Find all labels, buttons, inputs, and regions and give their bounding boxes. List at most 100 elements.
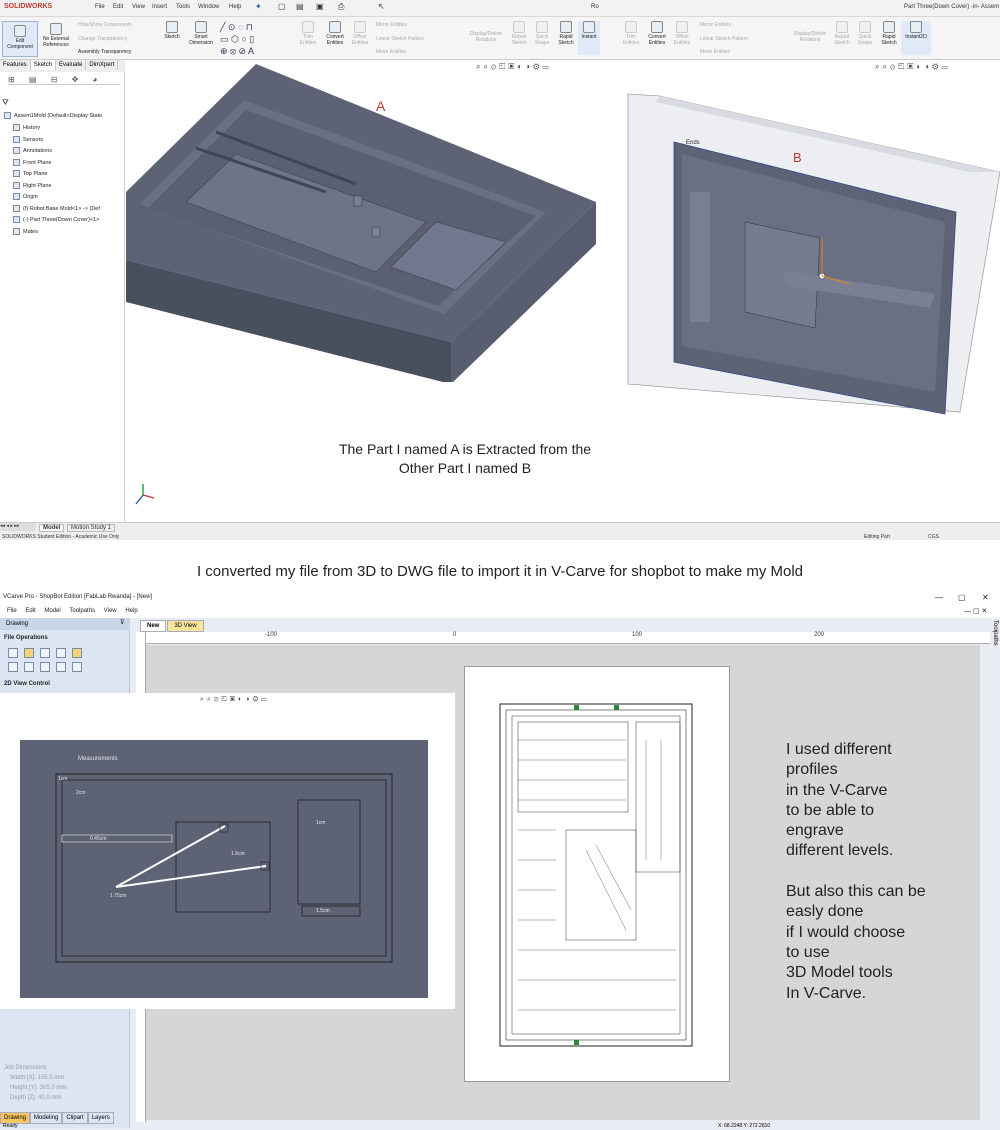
cut-icon[interactable] xyxy=(8,662,18,672)
viewport-part-a[interactable]: A ⌕⌕⊘◰▣◐◑⚙▭ The Part I named A is Extrac… xyxy=(126,62,600,520)
quick-snaps-button[interactable]: Quick Snaps xyxy=(532,21,552,46)
tree-item-history[interactable]: History xyxy=(0,123,125,133)
viewport-part-b[interactable]: B Ends ⌕⌕⊘◰▣◐◑⚙▭ xyxy=(600,62,1000,520)
tree-item-mates[interactable]: Mates xyxy=(0,227,125,237)
display-delete-relations-button-2[interactable]: Display/Delete Relations xyxy=(787,31,833,43)
assembly-transparency-button[interactable]: Assembly Transparency xyxy=(78,49,131,55)
nav-arrows[interactable]: ◂◂ ◂ ▸ ▸▸ xyxy=(0,523,36,531)
trim-entities-button-2[interactable]: Trim Entities xyxy=(620,21,642,46)
instant2d-button-right[interactable]: Instant2D xyxy=(901,21,931,55)
filter-icon[interactable]: ⛛ xyxy=(2,98,9,108)
vc-menu-toolpaths[interactable]: Toolpaths xyxy=(69,608,95,614)
tree-item-robot-base-mold[interactable]: (f) Robot Base Mold<1> -> (Def xyxy=(0,204,125,214)
display-delete-relations-button[interactable]: Display/Delete Relations xyxy=(463,31,509,43)
tree-item-origin[interactable]: Origin xyxy=(0,192,125,202)
linear-sketch-pattern-button[interactable]: Linear Sketch Pattern xyxy=(376,36,424,42)
repair-sketch-button-2[interactable]: Repair Sketch xyxy=(832,21,852,46)
instant2d-button-left[interactable]: Instant xyxy=(578,21,600,55)
tree-item-assembly[interactable]: Assem1Mold (Default<Display State xyxy=(0,111,125,121)
vc-menu-help[interactable]: Help xyxy=(125,608,137,614)
dwg-view-toolbar[interactable]: ⌕⌕⊘◰▣◐◑⚙▭ xyxy=(200,696,270,704)
doc-tab-3d-view[interactable]: 3D View xyxy=(167,620,204,632)
move-entities-button-2[interactable]: Move Entities xyxy=(700,49,730,55)
tree-item-right-plane[interactable]: Right Plane xyxy=(0,181,125,191)
rapid-sketch-button[interactable]: Rapid Sketch xyxy=(555,21,577,46)
doc-tab-new[interactable]: New xyxy=(140,620,167,632)
open-icon[interactable]: ▤ xyxy=(296,2,304,11)
vc-menu-edit[interactable]: Edit xyxy=(25,608,35,614)
vcarve-doc-tabs: New 3D View xyxy=(140,620,260,632)
offset-icon xyxy=(354,21,366,33)
tab-features[interactable]: Features xyxy=(0,60,31,70)
sketch-button[interactable]: Sketch xyxy=(160,21,184,40)
paste-icon[interactable] xyxy=(40,662,50,672)
view-toolbar-left[interactable]: ⌕⌕⊘◰▣◐◑⚙▭ xyxy=(476,62,552,72)
select-icon[interactable]: ↖ xyxy=(378,2,385,11)
tree-item-part-three[interactable]: (-) Part Three(Down Cover)<1> xyxy=(0,215,125,225)
linear-sketch-pattern-button-2[interactable]: Linear Sketch Pattern xyxy=(700,36,748,42)
menu-tools[interactable]: Tools xyxy=(176,4,190,10)
menu-insert[interactable]: Insert xyxy=(152,4,167,10)
hide-show-components-button[interactable]: Hide/Show Components xyxy=(78,22,132,28)
trim-icon-2 xyxy=(625,21,637,33)
import-component-icon[interactable] xyxy=(72,648,82,658)
repair-sketch-button[interactable]: Repair Sketch xyxy=(509,21,529,46)
change-transparency-button[interactable]: Change Transparency xyxy=(78,36,127,42)
tab-model[interactable]: Model xyxy=(39,524,65,532)
vc-menu-model[interactable]: Model xyxy=(44,608,60,614)
offset-entities-button-2[interactable]: Offset Entities xyxy=(671,21,693,46)
menu-window[interactable]: Window xyxy=(198,4,219,10)
tab-dimxpert[interactable]: DimXpert xyxy=(86,60,119,70)
status-units[interactable]: CGS xyxy=(928,534,939,540)
smart-dimension-button[interactable]: Smart Dimension xyxy=(185,21,217,46)
undo-icon[interactable] xyxy=(56,662,66,672)
move-entities-button[interactable]: Move Entities xyxy=(376,49,406,55)
tab-sketch[interactable]: Sketch xyxy=(30,60,57,70)
print-icon[interactable]: ⎙ xyxy=(338,2,344,12)
tree-toolbar[interactable]: ⊞ ▤ ⊟ ✥ ◕ xyxy=(8,75,120,85)
menu-edit[interactable]: Edit xyxy=(113,4,123,10)
toolpaths-side-tab[interactable]: Toolpaths xyxy=(992,620,998,646)
open-file-icon[interactable] xyxy=(24,648,34,658)
rapid-sketch-button-2[interactable]: Rapid Sketch xyxy=(878,21,900,46)
edit-component-button[interactable]: Edit Component xyxy=(2,21,38,57)
quick-snaps-button-2[interactable]: Quick Snaps xyxy=(855,21,875,46)
trim-entities-button[interactable]: Trim Entities xyxy=(296,21,320,46)
close-icon[interactable]: ✕ xyxy=(982,590,989,605)
tab-clipart[interactable]: Clipart xyxy=(62,1112,88,1124)
sketch-tools-group[interactable]: ╱ ⊙ ◌ ⊓ ▭ ⬡ ○ ▯ ⊕ ⦻ ⊘ A xyxy=(220,21,290,57)
offset-entities-button[interactable]: Offset Entities xyxy=(349,21,371,46)
tree-item-front-plane[interactable]: Front Plane xyxy=(0,158,125,168)
redo-icon[interactable] xyxy=(72,662,82,672)
tab-layers[interactable]: Layers xyxy=(87,1112,114,1124)
no-external-references-button[interactable]: No External References xyxy=(40,23,72,48)
save-icon[interactable]: ▣ xyxy=(316,2,324,11)
tab-modeling[interactable]: Modeling xyxy=(30,1112,63,1124)
vc-menu-view[interactable]: View xyxy=(104,608,117,614)
new-doc-icon[interactable]: ▢ xyxy=(278,2,286,11)
menu-file[interactable]: File xyxy=(95,4,105,10)
mirror-entities-button[interactable]: Mirror Entities xyxy=(376,22,407,28)
mirror-entities-button-2[interactable]: Mirror Entities xyxy=(700,22,731,28)
save-file-icon[interactable] xyxy=(40,648,50,658)
panel-pin-icon[interactable]: ⊽ xyxy=(120,619,124,626)
new-file-icon[interactable] xyxy=(8,648,18,658)
tree-item-top-plane[interactable]: Top Plane xyxy=(0,169,125,179)
view-toolbar-right[interactable]: ⌕⌕⊘◰▣◐◑⚙▭ xyxy=(875,62,951,72)
convert-entities-button-2[interactable]: Convert Entities xyxy=(644,21,670,46)
import-icon[interactable] xyxy=(56,648,66,658)
vc-menu-file[interactable]: File xyxy=(7,608,17,614)
tab-evaluate[interactable]: Evaluate xyxy=(56,60,87,70)
doc-window-controls[interactable]: — ▢ ✕ xyxy=(964,605,987,618)
dwg-outline xyxy=(55,773,393,963)
menu-help[interactable]: Help xyxy=(229,4,241,10)
tab-motion-study[interactable]: Motion Study 1 xyxy=(67,524,116,532)
tree-item-annotations[interactable]: Annotations xyxy=(0,146,125,156)
copy-icon[interactable] xyxy=(24,662,34,672)
tree-item-sensors[interactable]: Sensors xyxy=(0,135,125,145)
menu-view[interactable]: View xyxy=(132,4,145,10)
pin-icon[interactable]: ✦ xyxy=(255,2,262,11)
convert-entities-button[interactable]: Convert Entities xyxy=(322,21,348,46)
minimize-icon[interactable]: — xyxy=(935,590,943,605)
maximize-icon[interactable]: ▢ xyxy=(958,590,966,605)
